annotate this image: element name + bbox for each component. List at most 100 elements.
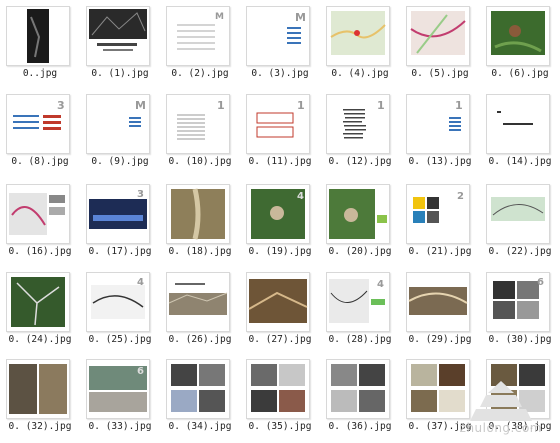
- file-thumbnail[interactable]: [86, 6, 150, 66]
- file-name: 0. (14).jpg: [488, 156, 552, 167]
- file-tile[interactable]: 0. (4).jpg: [320, 4, 400, 88]
- file-thumbnail[interactable]: 6: [86, 359, 150, 419]
- file-thumbnail[interactable]: [6, 272, 70, 332]
- file-thumbnail[interactable]: [6, 6, 70, 66]
- file-tile[interactable]: 0. (27).jpg: [240, 270, 320, 354]
- file-thumbnail[interactable]: [6, 359, 70, 419]
- file-thumbnail[interactable]: M: [166, 6, 230, 66]
- file-tile[interactable]: 4 0. (28).jpg: [320, 270, 400, 354]
- file-thumbnail[interactable]: 1: [246, 94, 310, 154]
- valley-aerial-icon: [167, 185, 229, 243]
- red-box-icon: 1: [247, 95, 309, 153]
- file-tile[interactable]: 0. (34).jpg: [160, 357, 240, 441]
- file-tile[interactable]: M 0. (2).jpg: [160, 4, 240, 88]
- svg-text:4: 4: [137, 277, 144, 288]
- file-tile[interactable]: M 0. (3).jpg: [240, 4, 320, 88]
- file-thumbnail[interactable]: 1: [166, 94, 230, 154]
- svg-text:4: 4: [297, 191, 304, 202]
- svg-text:M: M: [295, 11, 306, 24]
- photo-water-icon: 6: [87, 360, 149, 418]
- file-name: 0. (4).jpg: [331, 68, 389, 79]
- file-tile[interactable]: 0. (36).jpg: [320, 357, 400, 441]
- file-thumbnail[interactable]: 2: [406, 184, 470, 244]
- file-tile[interactable]: 4 0. (25).jpg: [80, 270, 160, 354]
- file-tile[interactable]: 3 0. (8).jpg: [0, 92, 80, 176]
- file-tile[interactable]: 3 0. (17).jpg: [80, 182, 160, 266]
- night-render-icon: 3: [87, 185, 149, 243]
- file-thumbnail[interactable]: 4: [86, 272, 150, 332]
- file-tile[interactable]: 0. (35).jpg: [240, 357, 320, 441]
- file-tile[interactable]: 0. (5).jpg: [400, 4, 480, 88]
- file-tile[interactable]: 2 0. (21).jpg: [400, 182, 480, 266]
- file-name: 0. (3).jpg: [251, 68, 309, 79]
- svg-text:4: 4: [377, 279, 384, 290]
- file-thumbnail[interactable]: [166, 359, 230, 419]
- file-name: 0. (6).jpg: [491, 68, 549, 79]
- svg-text:1: 1: [217, 99, 225, 112]
- aerial-forest-2-icon: [327, 185, 389, 243]
- file-tile[interactable]: 0. (18).jpg: [160, 182, 240, 266]
- file-thumbnail[interactable]: [246, 359, 310, 419]
- chapter-page-3-icon: 1: [407, 95, 469, 153]
- plan-green-icon: 4: [327, 273, 389, 331]
- file-thumbnail[interactable]: [6, 184, 70, 244]
- file-tile[interactable]: 0. (26).jpg: [160, 270, 240, 354]
- file-thumbnail[interactable]: [486, 184, 550, 244]
- file-tile[interactable]: 0. (32).jpg: [0, 357, 80, 441]
- file-thumbnail[interactable]: [486, 6, 550, 66]
- svg-text:1: 1: [297, 99, 305, 112]
- file-tile[interactable]: 6 0. (33).jpg: [80, 357, 160, 441]
- file-tile[interactable]: 0. (20).jpg: [320, 182, 400, 266]
- svg-text:M: M: [135, 99, 146, 112]
- text-stack-icon: 1: [327, 95, 389, 153]
- file-thumbnail[interactable]: [326, 359, 390, 419]
- text-list-icon: 1: [167, 95, 229, 153]
- svg-text:1: 1: [377, 99, 385, 112]
- render-brown-icon: [247, 273, 309, 331]
- file-name: 0. (24).jpg: [8, 334, 72, 345]
- file-tile[interactable]: 0. (29).jpg: [400, 270, 480, 354]
- file-tile[interactable]: 0. (24).jpg: [0, 270, 80, 354]
- file-tile[interactable]: 0. (1).jpg: [80, 4, 160, 88]
- file-tile[interactable]: 1 0. (11).jpg: [240, 92, 320, 176]
- file-tile[interactable]: M 0. (9).jpg: [80, 92, 160, 176]
- file-thumbnail[interactable]: 6: [486, 272, 550, 332]
- file-thumbnail[interactable]: 3: [86, 184, 150, 244]
- file-thumbnail[interactable]: 4: [246, 184, 310, 244]
- file-tile[interactable]: 0. (14).jpg: [480, 92, 560, 176]
- file-thumbnail[interactable]: [326, 184, 390, 244]
- file-thumbnail[interactable]: 1: [406, 94, 470, 154]
- svg-text:3: 3: [57, 99, 65, 112]
- file-thumbnail[interactable]: [486, 94, 550, 154]
- file-tile[interactable]: 0..jpg: [0, 4, 80, 88]
- file-thumbnail[interactable]: 4: [326, 272, 390, 332]
- file-name: 0. (10).jpg: [168, 156, 232, 167]
- file-tile[interactable]: 0. (22).jpg: [480, 182, 560, 266]
- file-thumbnail[interactable]: M: [246, 6, 310, 66]
- file-thumbnail[interactable]: 1: [326, 94, 390, 154]
- file-name: 0. (35).jpg: [248, 421, 312, 432]
- svg-text:6: 6: [137, 366, 144, 377]
- map-light-icon: [327, 7, 389, 65]
- aerial-forest-icon: 4: [247, 185, 309, 243]
- file-name: 0. (33).jpg: [88, 421, 152, 432]
- file-tile[interactable]: 0. (16).jpg: [0, 182, 80, 266]
- black-photo-2-icon: [87, 7, 149, 65]
- file-thumbnail[interactable]: [406, 6, 470, 66]
- file-name: 0. (1).jpg: [91, 68, 149, 79]
- file-thumbnail[interactable]: [246, 272, 310, 332]
- file-thumbnail[interactable]: [166, 184, 230, 244]
- file-thumbnail[interactable]: [166, 272, 230, 332]
- file-name: 0. (8).jpg: [11, 156, 69, 167]
- file-thumbnail[interactable]: 3: [6, 94, 70, 154]
- file-tile[interactable]: 1 0. (12).jpg: [320, 92, 400, 176]
- file-tile[interactable]: 6 0. (30).jpg: [480, 270, 560, 354]
- svg-text:M: M: [215, 12, 224, 22]
- file-tile[interactable]: 0. (6).jpg: [480, 4, 560, 88]
- file-thumbnail[interactable]: M: [86, 94, 150, 154]
- file-tile[interactable]: 1 0. (10).jpg: [160, 92, 240, 176]
- file-thumbnail[interactable]: [406, 272, 470, 332]
- file-thumbnail[interactable]: [326, 6, 390, 66]
- file-tile[interactable]: 1 0. (13).jpg: [400, 92, 480, 176]
- file-tile[interactable]: 4 0. (19).jpg: [240, 182, 320, 266]
